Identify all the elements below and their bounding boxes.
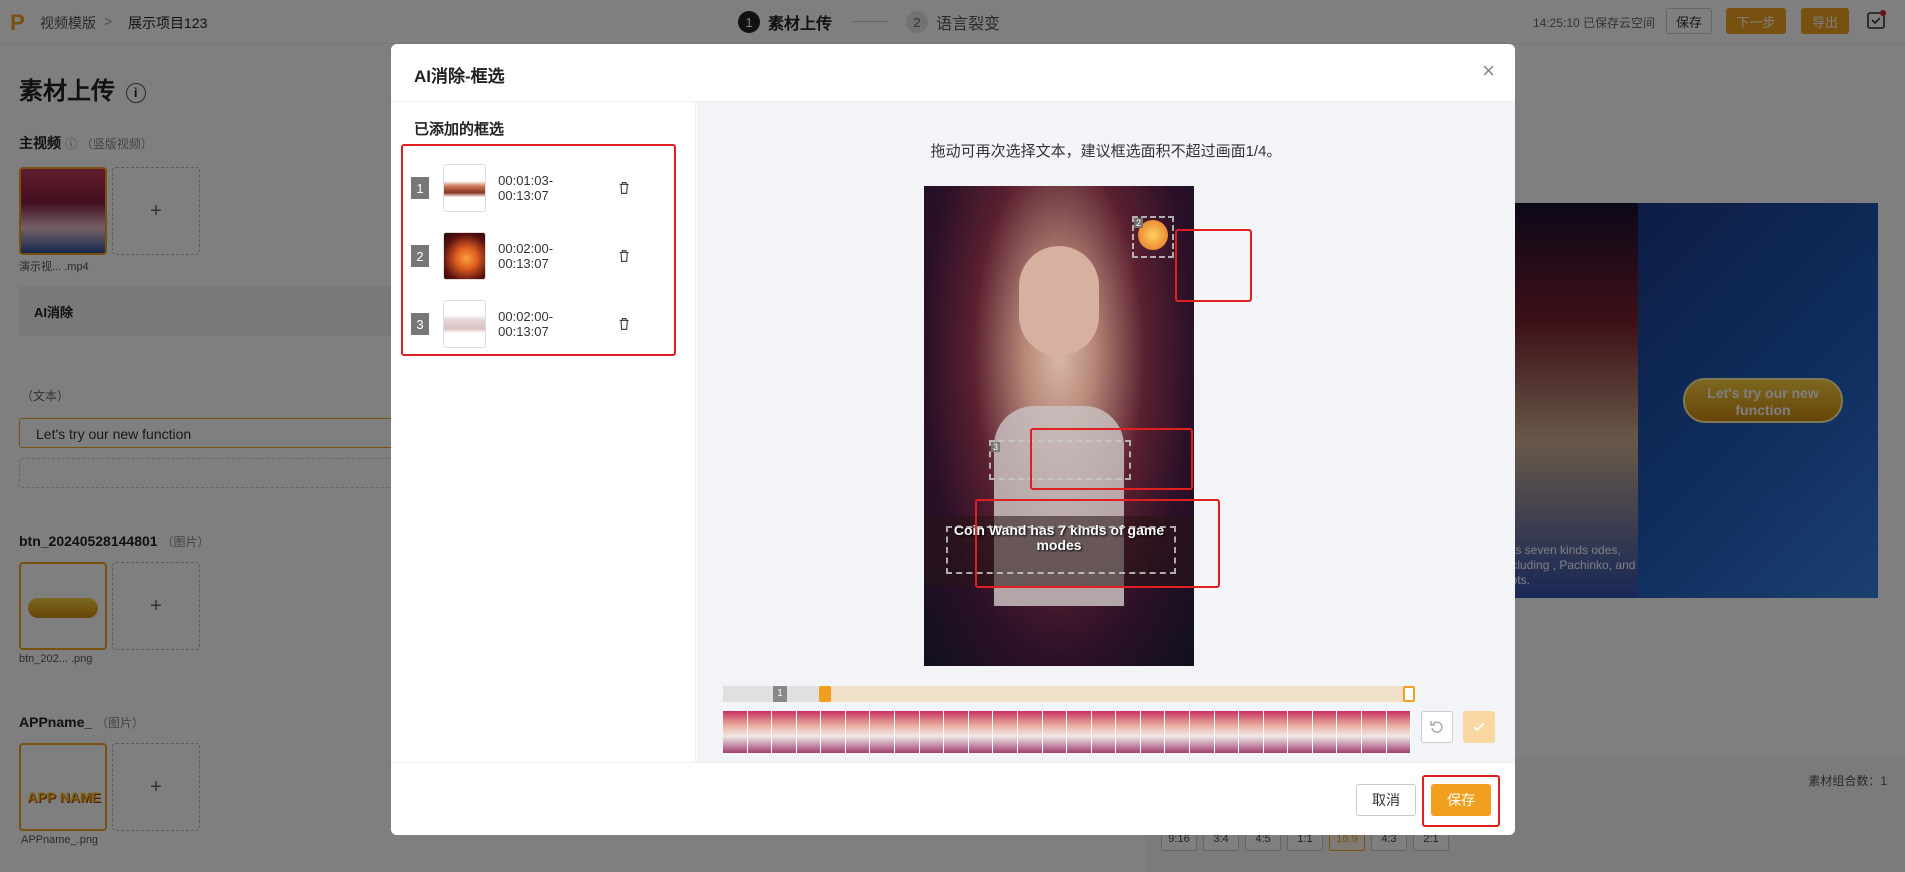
filmstrip-frame [821,711,846,753]
selection-list-pane: 已添加的框选 1 00:01:03-00:13:07 2 00:02:00-00… [391,102,696,762]
highlight-box-2 [1175,229,1252,302]
filmstrip-frame [1362,711,1387,753]
video-filmstrip[interactable] [723,711,1411,753]
filmstrip-frame [845,711,871,753]
selection-list-title: 已添加的框选 [414,121,505,138]
filmstrip-frame [870,711,896,753]
highlight-box-1 [975,499,1220,588]
selection-box-label: 3 [991,442,1001,452]
filmstrip-frame [772,711,797,753]
filmstrip-frame [1337,711,1363,753]
selection-item[interactable]: 2 00:02:00-00:13:07 [411,231,631,281]
selection-index: 3 [411,313,429,335]
filmstrip-frame [1140,711,1166,753]
delete-icon[interactable] [617,248,631,264]
selection-index: 2 [411,245,429,267]
filmstrip-frame [993,711,1018,753]
video-editor-pane: 拖动可再次选择文本，建议框选面积不超过画面1/4。 Coin Wand has … [697,102,1515,762]
filmstrip-frame [1189,711,1215,753]
cancel-button[interactable]: 取消 [1356,784,1416,816]
highlight-box-3 [1030,428,1193,490]
delete-icon[interactable] [617,316,631,332]
save-button-highlight [1422,775,1500,827]
timeline-marker[interactable]: 1 [773,686,787,702]
filmstrip-frame [747,711,773,753]
video-canvas[interactable]: Coin Wand has 7 kinds of game modes 2 3 [924,186,1194,666]
selection-time-range: 00:02:00-00:13:07 [498,241,554,271]
close-icon[interactable]: × [1482,58,1495,84]
filmstrip-frame [1214,711,1240,753]
filmstrip-frame [1239,711,1264,753]
filmstrip-frame [796,711,822,753]
selection-thumbnail [442,232,487,280]
instruction-text: 拖动可再次选择文本，建议框选面积不超过画面1/4。 [930,143,1282,160]
modal-footer: 取消 保存 [391,762,1515,835]
selection-index: 1 [411,177,429,199]
timeline-end-handle[interactable] [1403,686,1415,702]
modal-title: AI消除-框选 [414,67,505,86]
selection-item[interactable]: 1 00:01:03-00:13:07 [411,163,631,213]
filmstrip-frame [1017,711,1043,753]
filmstrip-frame [1312,711,1338,753]
filmstrip-frame [919,711,945,753]
filmstrip-frame [1067,711,1092,753]
filmstrip-frame [1091,711,1117,753]
filmstrip-frame [1165,711,1190,753]
filmstrip-frame [723,711,748,753]
delete-icon[interactable] [617,180,631,196]
selection-thumbnail [442,164,487,212]
filmstrip-frame [895,711,920,753]
selection-item[interactable]: 3 00:02:00-00:13:07 [411,299,631,349]
video-person-face [1019,246,1099,356]
confirm-button[interactable] [1463,711,1495,743]
undo-button[interactable] [1421,711,1453,743]
ai-erase-modal: AI消除-框选 × 已添加的框选 1 00:01:03-00:13:07 2 0… [391,44,1515,835]
filmstrip-frame [944,711,969,753]
filmstrip-frame [968,711,994,753]
modal-header: AI消除-框选 × [391,44,1515,102]
selection-time-range: 00:02:00-00:13:07 [498,309,554,339]
timeline-track[interactable]: 1 [723,686,1415,702]
filmstrip-frame [1288,711,1313,753]
check-icon [1473,722,1485,732]
selection-time-range: 00:01:03-00:13:07 [498,173,554,203]
filmstrip-frame [1042,711,1068,753]
filmstrip-frame [1116,711,1141,753]
selection-box-label: 2 [1134,218,1144,228]
filmstrip-frame [1386,711,1411,753]
selection-thumbnail [442,300,487,348]
timeline-start-handle[interactable] [819,686,831,702]
filmstrip-frame [1263,711,1289,753]
undo-icon [1430,721,1443,733]
